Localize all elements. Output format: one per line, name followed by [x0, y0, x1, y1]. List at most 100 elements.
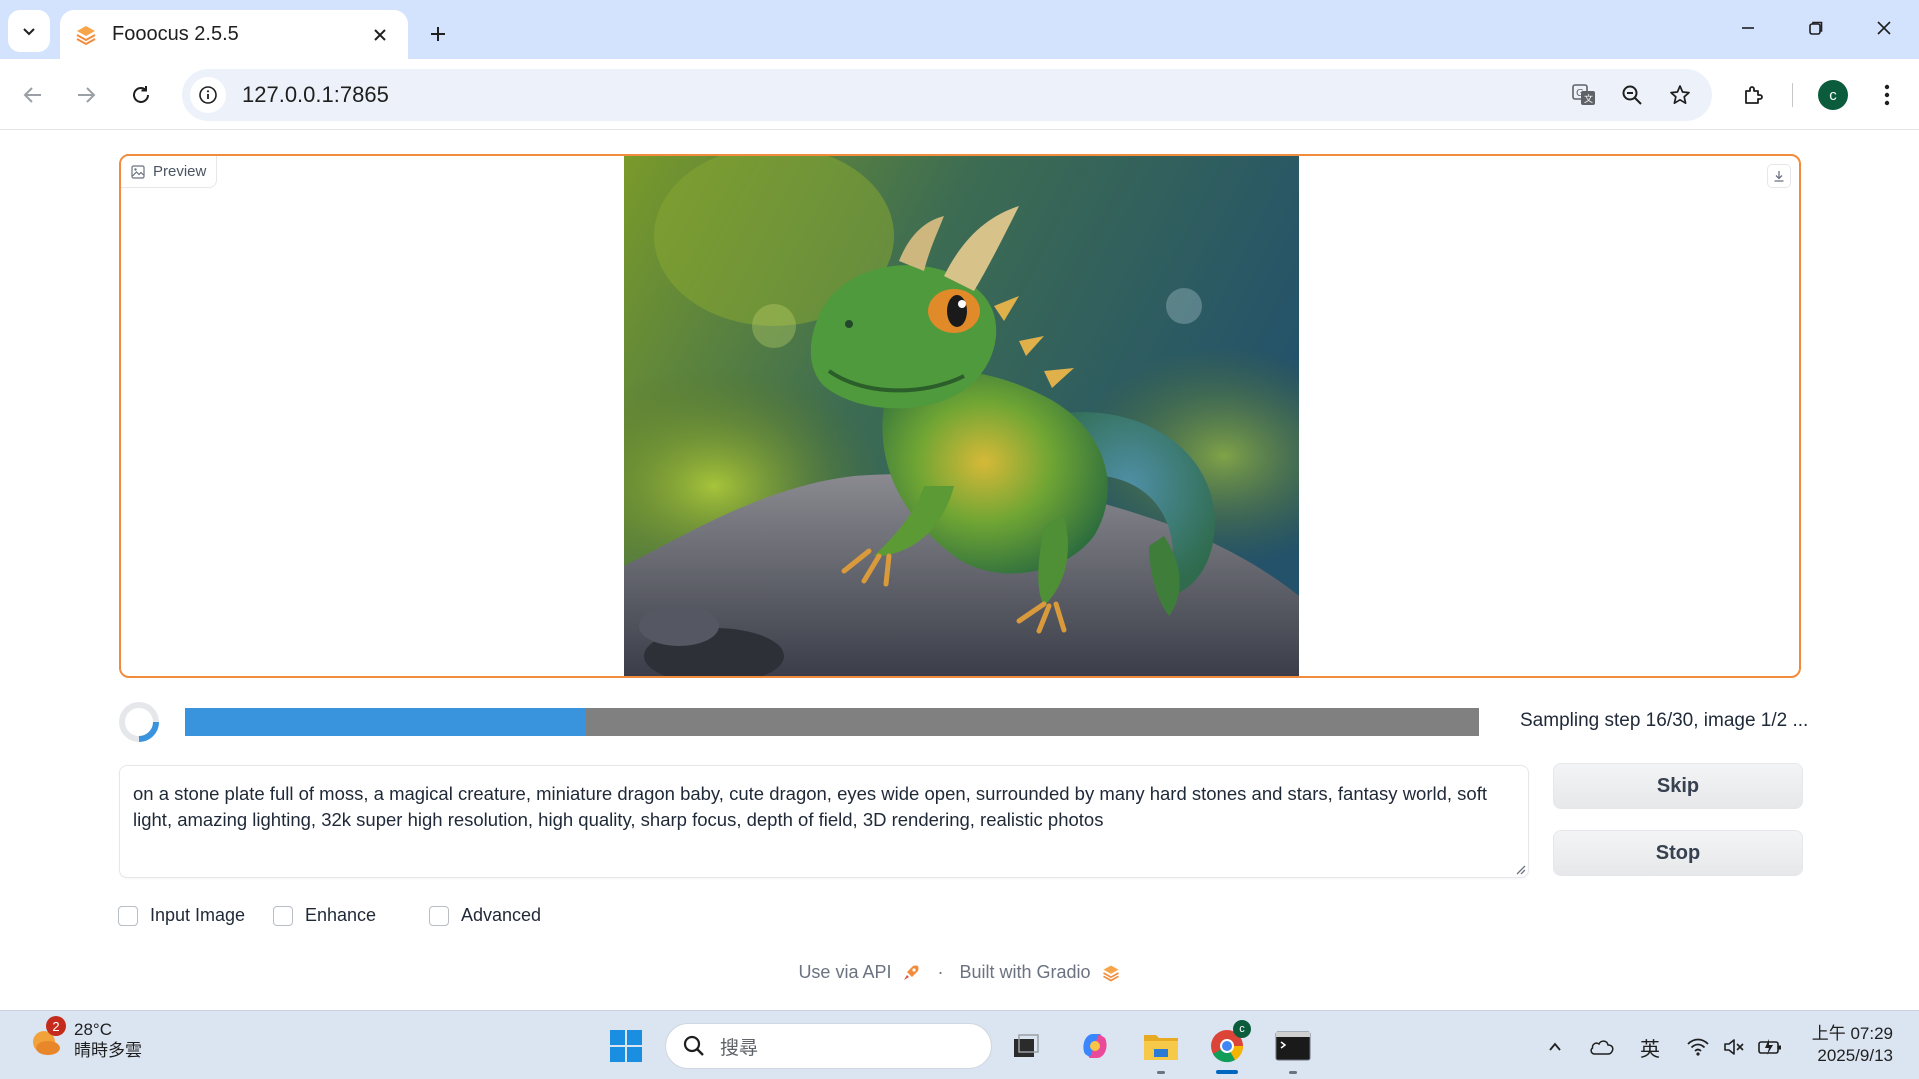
active-indicator — [1216, 1070, 1238, 1074]
clock-time: 上午 07:29 — [1811, 1024, 1893, 1043]
preview-gallery: Preview — [119, 154, 1801, 678]
built-with-gradio-link[interactable]: Built with Gradio — [959, 962, 1090, 983]
more-vertical-icon — [1884, 84, 1890, 106]
weather-condition-text: 晴時多雲 — [74, 1041, 142, 1060]
progress-status-text: Sampling step 16/30, image 1/2 ... — [1520, 710, 1809, 731]
terminal-icon — [1275, 1031, 1311, 1061]
start-button[interactable] — [604, 1024, 648, 1068]
ime-indicator[interactable]: 英 — [1636, 1033, 1664, 1061]
restore-icon — [1809, 21, 1823, 35]
windows-logo-icon — [610, 1030, 642, 1062]
folder-icon — [1144, 1035, 1178, 1060]
download-icon — [1774, 171, 1784, 182]
generated-image[interactable] — [624, 156, 1299, 678]
progress-fill — [185, 708, 587, 736]
copilot-icon — [1083, 1034, 1107, 1058]
close-icon — [1877, 21, 1891, 35]
minimize-button[interactable] — [1722, 8, 1774, 48]
restore-button[interactable] — [1790, 8, 1842, 48]
stop-button[interactable]: Stop — [1553, 830, 1803, 876]
profile-button[interactable]: c — [1811, 73, 1855, 117]
tab-search-button[interactable] — [8, 10, 50, 52]
preview-label: Preview — [121, 156, 218, 188]
show-hidden-icons-button[interactable] — [1541, 1033, 1569, 1061]
site-info-icon[interactable] — [190, 77, 226, 113]
wifi-icon[interactable] — [1684, 1033, 1712, 1061]
plus-icon — [431, 27, 445, 41]
page-footer: Use via API · Built with Gradio — [0, 962, 1919, 983]
weather-widget[interactable]: 2 28°C 晴時多雲 — [28, 1016, 142, 1061]
advanced-label: Advanced — [461, 905, 542, 925]
checkbox-box[interactable] — [273, 905, 293, 926]
footer-separator: · — [937, 962, 944, 982]
input-image-label: Input Image — [150, 905, 246, 925]
gradio-logo-icon — [1102, 965, 1119, 981]
volume-muted-icon[interactable] — [1720, 1033, 1748, 1061]
close-window-button[interactable] — [1858, 8, 1910, 48]
reload-button[interactable] — [122, 76, 160, 114]
copilot-button[interactable] — [1073, 1024, 1117, 1068]
use-via-api-link[interactable]: Use via API — [798, 962, 891, 983]
preview-label-text: Preview — [153, 163, 207, 180]
checkbox-box[interactable] — [429, 905, 449, 926]
minimize-icon — [1742, 27, 1754, 29]
search-icon — [683, 1035, 704, 1056]
terminal-button[interactable] — [1271, 1024, 1315, 1074]
tab-title: Fooocus 2.5.5 — [112, 23, 239, 45]
close-tab-icon[interactable] — [366, 21, 394, 49]
zoom-icon[interactable] — [1610, 73, 1654, 117]
browser-toolbar: 127.0.0.1:7865 G文 c — [0, 59, 1919, 130]
file-explorer-button[interactable] — [1139, 1024, 1183, 1074]
prompt-input[interactable]: on a stone plate full of moss, a magical… — [119, 765, 1529, 878]
browser-tab-active[interactable]: Fooocus 2.5.5 — [60, 10, 408, 59]
search-placeholder: 搜尋 — [720, 1037, 759, 1059]
svg-text:文: 文 — [1584, 93, 1593, 105]
task-view-icon — [1014, 1034, 1039, 1057]
chevron-up-icon — [1549, 1042, 1561, 1051]
chrome-button[interactable]: c — [1205, 1020, 1251, 1074]
bookmark-star-icon[interactable] — [1658, 73, 1702, 117]
skip-button[interactable]: Skip — [1553, 763, 1803, 809]
temperature-text: 28°C — [74, 1020, 112, 1039]
url-text[interactable]: 127.0.0.1:7865 — [242, 82, 1562, 108]
browser-tabstrip: Fooocus 2.5.5 — [0, 0, 1919, 59]
task-view-button[interactable] — [1004, 1024, 1048, 1068]
notification-badge: 2 — [46, 1016, 66, 1036]
puzzle-icon — [1745, 86, 1763, 104]
resize-handle-icon[interactable] — [1514, 863, 1526, 875]
toolbar-divider — [1792, 83, 1793, 107]
weather-icon: 2 — [28, 1016, 66, 1058]
forward-button[interactable] — [67, 76, 105, 114]
checkbox-box[interactable] — [118, 905, 138, 926]
enhance-label: Enhance — [305, 905, 377, 925]
chrome-profile-badge: c — [1233, 1020, 1251, 1038]
translate-icon[interactable]: G文 — [1562, 73, 1606, 117]
windows-taskbar: 2 28°C 晴時多雲 搜尋 c 英 上午 07:29 2025/9/13 — [0, 1010, 1919, 1079]
arrow-right-icon — [78, 87, 96, 103]
avatar: c — [1818, 80, 1848, 110]
gradio-logo-icon — [76, 25, 96, 45]
extensions-button[interactable] — [1732, 73, 1776, 117]
chevron-down-icon — [23, 28, 35, 36]
input-image-checkbox[interactable]: Input Image — [118, 905, 245, 926]
new-tab-button[interactable] — [420, 16, 456, 52]
back-button[interactable] — [14, 76, 52, 114]
prompt-text[interactable]: on a stone plate full of moss, a magical… — [133, 783, 1487, 830]
reload-icon — [133, 86, 149, 103]
arrow-left-icon — [23, 87, 41, 103]
running-indicator — [1289, 1071, 1297, 1074]
image-icon — [131, 164, 145, 179]
download-button[interactable] — [1767, 164, 1791, 188]
browser-menu-button[interactable] — [1865, 73, 1909, 117]
onedrive-icon[interactable] — [1588, 1033, 1616, 1061]
address-bar[interactable]: 127.0.0.1:7865 G文 — [182, 69, 1712, 121]
taskbar-search-box[interactable]: 搜尋 — [665, 1023, 992, 1069]
enhance-checkbox[interactable]: Enhance — [273, 905, 376, 926]
system-clock[interactable]: 上午 07:29 2025/9/13 — [1812, 1023, 1893, 1067]
progress-bar — [185, 708, 1479, 736]
advanced-checkbox[interactable]: Advanced — [429, 905, 541, 926]
loading-spinner-icon — [119, 702, 159, 742]
clock-date: 2025/9/13 — [1817, 1046, 1893, 1065]
battery-charging-icon[interactable] — [1756, 1033, 1784, 1061]
rocket-icon — [904, 965, 919, 980]
